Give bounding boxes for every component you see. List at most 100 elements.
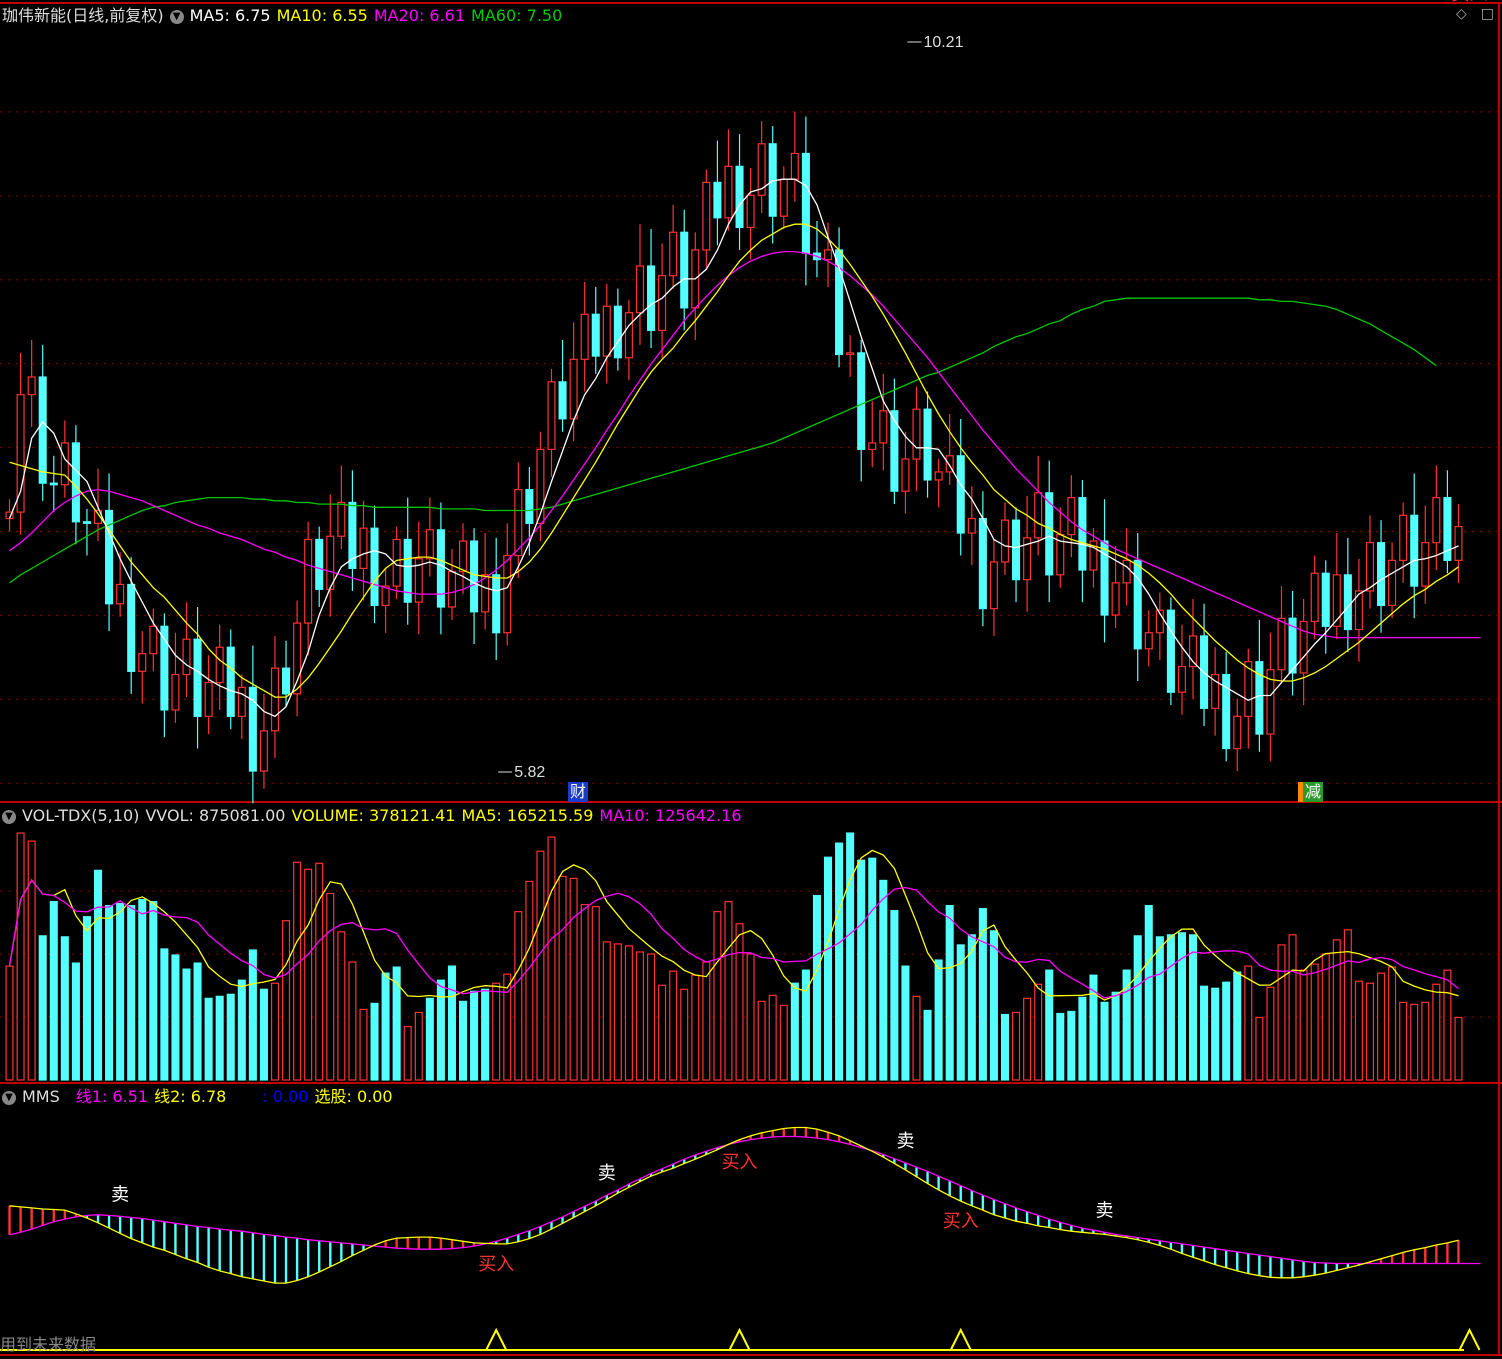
candle-body [1332,574,1341,627]
volume-bar [49,900,58,1081]
blank-legend: : 0.00 [262,1087,309,1106]
volume-bar [204,997,213,1081]
candle-body [182,638,191,676]
candle-body [978,517,987,610]
candle-body [746,194,755,229]
volume-bar [326,892,335,1081]
volume-bar [890,910,899,1081]
candle-body [647,265,656,331]
volume-bar [237,979,246,1081]
ma20-legend: MA20: 6.61 [373,6,466,25]
volume-bar [447,965,456,1081]
line1-legend: 线1: 6.51 [75,1087,149,1106]
candle-body [558,381,567,420]
sell-marker: 卖 [896,1131,914,1152]
chart-canvas[interactable]: 10.215.82卖卖卖卖买入买入买入买入 [0,0,1502,1359]
candle-body [127,583,136,672]
volume-bar [757,1000,766,1081]
ma10-line [9,223,1459,698]
volume-bar [337,931,346,1081]
volume-bar [846,832,855,1081]
volume-bar [1332,939,1341,1081]
signal-spike [728,1327,751,1351]
candle-body [1299,620,1308,674]
vol-name[interactable]: VOL-TDX(5,10) [22,806,139,825]
volume-bar [1388,966,1397,1081]
volume-bar [127,905,136,1081]
stock-title[interactable]: 珈伟新能(日线,前复权) [2,6,164,25]
candle-body [492,574,501,634]
volume-bar [1012,1011,1021,1081]
candle-body [1321,572,1330,627]
candle-body [658,275,667,331]
volume-bar [746,953,755,1081]
volume-bar [879,879,888,1081]
volume-bar [1222,981,1231,1081]
volume-bar [270,982,280,1081]
candle-body [38,376,47,484]
volume-bar [680,988,689,1081]
volume-bar [945,905,954,1081]
candle-body [879,410,888,444]
candle-body [71,442,80,523]
vol-ma5-legend: MA5: 165215.59 [461,806,594,825]
candle-body [425,529,434,560]
line2-legend: 线2: 6.78 [154,1087,227,1106]
candle-body [1111,582,1120,616]
buy-marker: 买入 [722,1152,758,1173]
candle-body [857,352,866,450]
candle-body [713,181,722,219]
candle-body [171,673,180,711]
mms-name[interactable]: MMS [22,1087,60,1106]
candle-body [447,571,456,608]
volume-bar [425,997,434,1081]
candle-body [1122,559,1131,584]
cai-badge[interactable]: 财 [568,782,589,802]
candle-body [293,622,302,695]
square-icon[interactable]: □ [1481,6,1494,22]
candle-body [193,638,202,717]
volume-bar [591,906,600,1081]
candle-body [1343,574,1352,631]
jian-badge[interactable]: 减 [1298,782,1324,802]
window-icons: ◇ □ [1442,6,1494,22]
candle-body [82,521,91,524]
volume-bar [1443,969,1452,1081]
volume-bar [105,905,114,1081]
candle-body [923,408,932,481]
volume-bar [569,877,578,1081]
volume-bar [1133,935,1142,1081]
sell-marker: 卖 [111,1184,129,1205]
dropdown-icon[interactable]: ▼ [169,9,184,24]
diamond-icon[interactable]: ◇ [1456,6,1467,22]
volume-bar [635,951,645,1081]
volume-bar [1144,905,1153,1081]
volume-bar [1288,934,1297,1081]
volume-bar [138,898,147,1081]
candle-body [470,540,479,613]
dropdown-icon[interactable]: ▼ [2,809,16,824]
dropdown-icon[interactable]: ▼ [2,1090,16,1105]
volume-bar [857,859,866,1081]
volume-bar [1310,963,1319,1081]
volume-bar [812,894,821,1081]
volume-bar [248,949,257,1081]
price-annotation-high: 10.21 [923,34,963,51]
volume-bar [901,965,910,1081]
volume-bar [912,995,921,1081]
volume-bar [514,911,523,1081]
ma10-legend: MA10: 6.55 [276,6,368,25]
candle-body [580,313,589,360]
candle-body [315,538,324,590]
volume-bar [1177,932,1186,1081]
ma20-line [9,250,1481,639]
candle-body [503,554,512,634]
volume-bar [193,962,202,1081]
volume-bar [27,840,36,1081]
candle-body [624,312,633,359]
candle-body [680,231,689,309]
volume-bar [93,869,103,1081]
volume-bar [967,934,976,1081]
candle-body [1421,542,1430,587]
volume-bar [724,900,733,1081]
